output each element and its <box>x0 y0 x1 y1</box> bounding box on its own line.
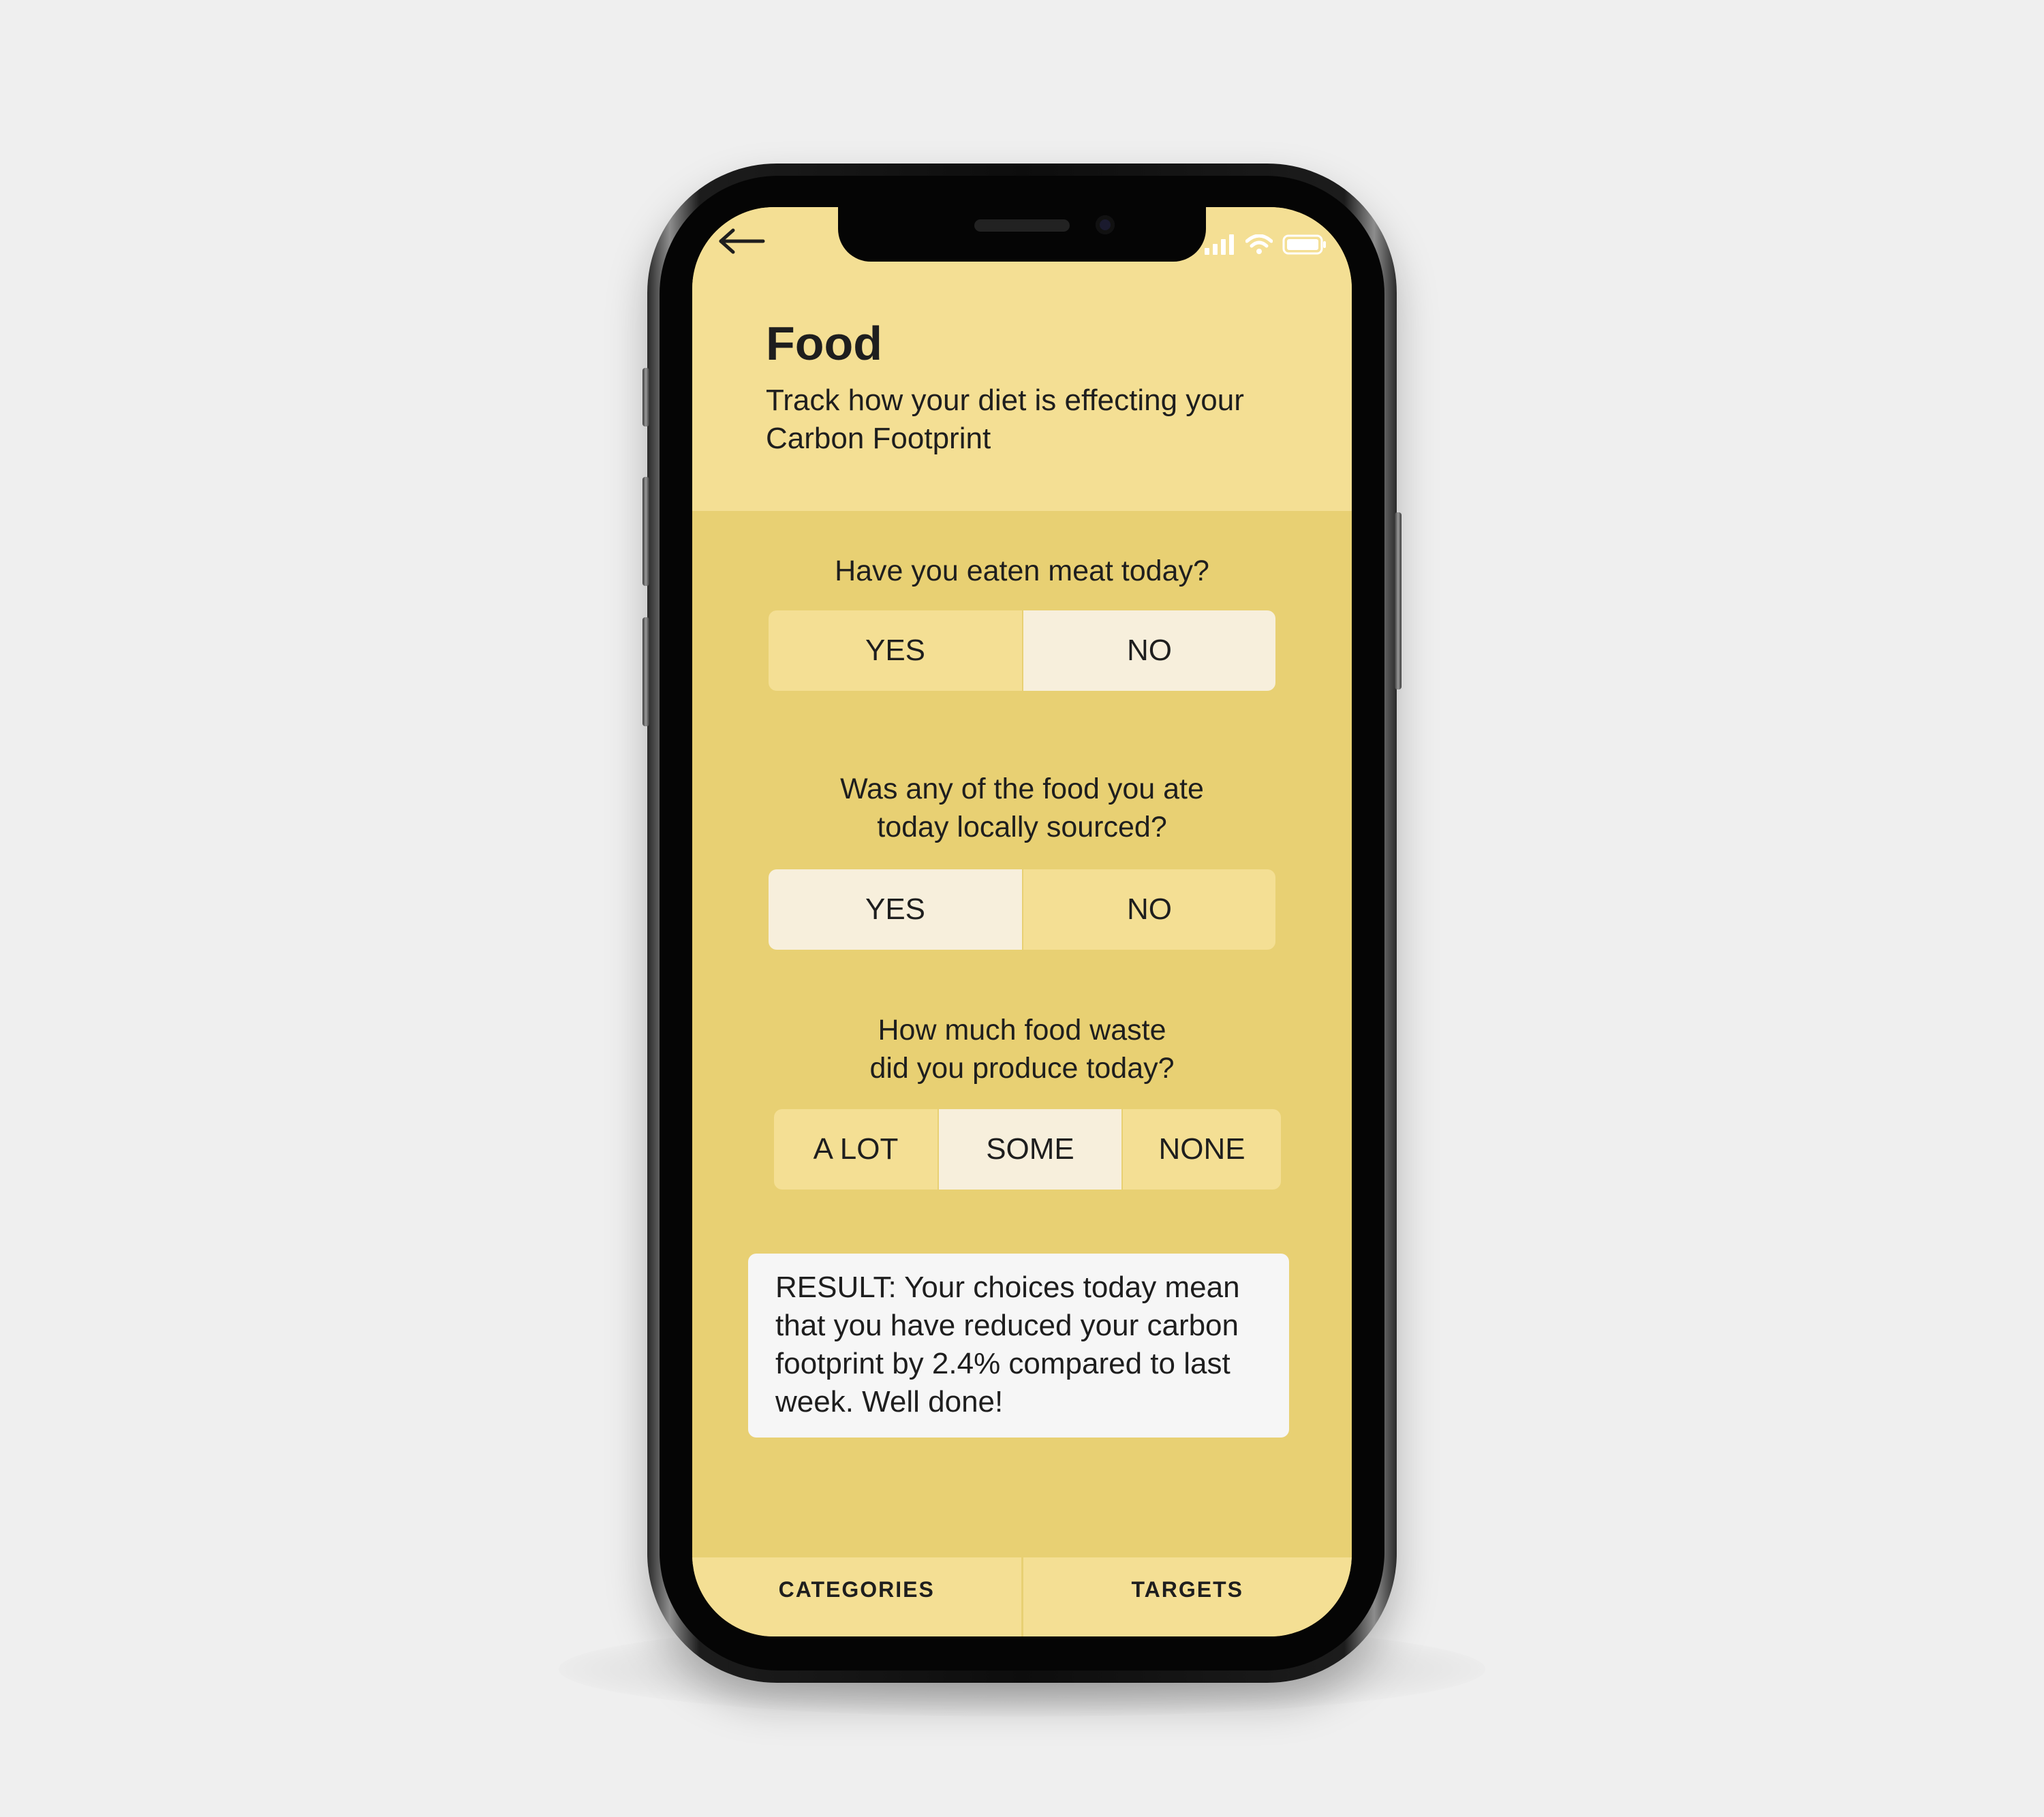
battery-icon <box>1282 234 1326 255</box>
wifi-icon <box>1245 234 1273 254</box>
meat-yes-button[interactable]: YES <box>769 610 1022 691</box>
speaker-grille <box>974 219 1070 232</box>
status-bar <box>1205 234 1327 255</box>
app-screen: Food Track how your diet is effecting yo… <box>692 207 1352 1636</box>
question-waste: How much food waste did you produce toda… <box>869 1014 1175 1085</box>
meat-toggle: YES NO <box>769 610 1275 691</box>
volume-up-button <box>642 477 649 586</box>
tab-targets[interactable]: TARGETS <box>1021 1557 1352 1636</box>
front-camera <box>1096 215 1115 234</box>
volume-down-button <box>642 617 649 726</box>
local-toggle: YES NO <box>769 869 1275 950</box>
waste-some-button[interactable]: SOME <box>938 1109 1121 1190</box>
notch <box>838 207 1206 262</box>
back-button[interactable] <box>714 221 769 262</box>
mute-switch <box>642 368 649 426</box>
result-card: RESULT: Your choices today mean that you… <box>748 1254 1289 1438</box>
tab-categories[interactable]: CATEGORIES <box>692 1557 1021 1636</box>
local-no-button[interactable]: NO <box>1022 869 1275 950</box>
question-local: Was any of the food you ate today locall… <box>840 773 1204 843</box>
page-subtitle: Track how your diet is effecting your Ca… <box>766 384 1244 455</box>
question-meat: Have you eaten meat today? <box>835 555 1209 587</box>
page-title: Food <box>766 317 883 370</box>
waste-a-lot-button[interactable]: A LOT <box>774 1109 938 1190</box>
power-button <box>1395 512 1402 689</box>
meat-no-button[interactable]: NO <box>1022 610 1275 691</box>
waste-none-button[interactable]: NONE <box>1121 1109 1281 1190</box>
back-arrow-icon <box>719 228 765 254</box>
tab-bar: CATEGORIES TARGETS <box>692 1557 1352 1636</box>
waste-toggle: A LOT SOME NONE <box>774 1109 1281 1190</box>
signal-icon <box>1205 234 1234 255</box>
local-yes-button[interactable]: YES <box>769 869 1022 950</box>
